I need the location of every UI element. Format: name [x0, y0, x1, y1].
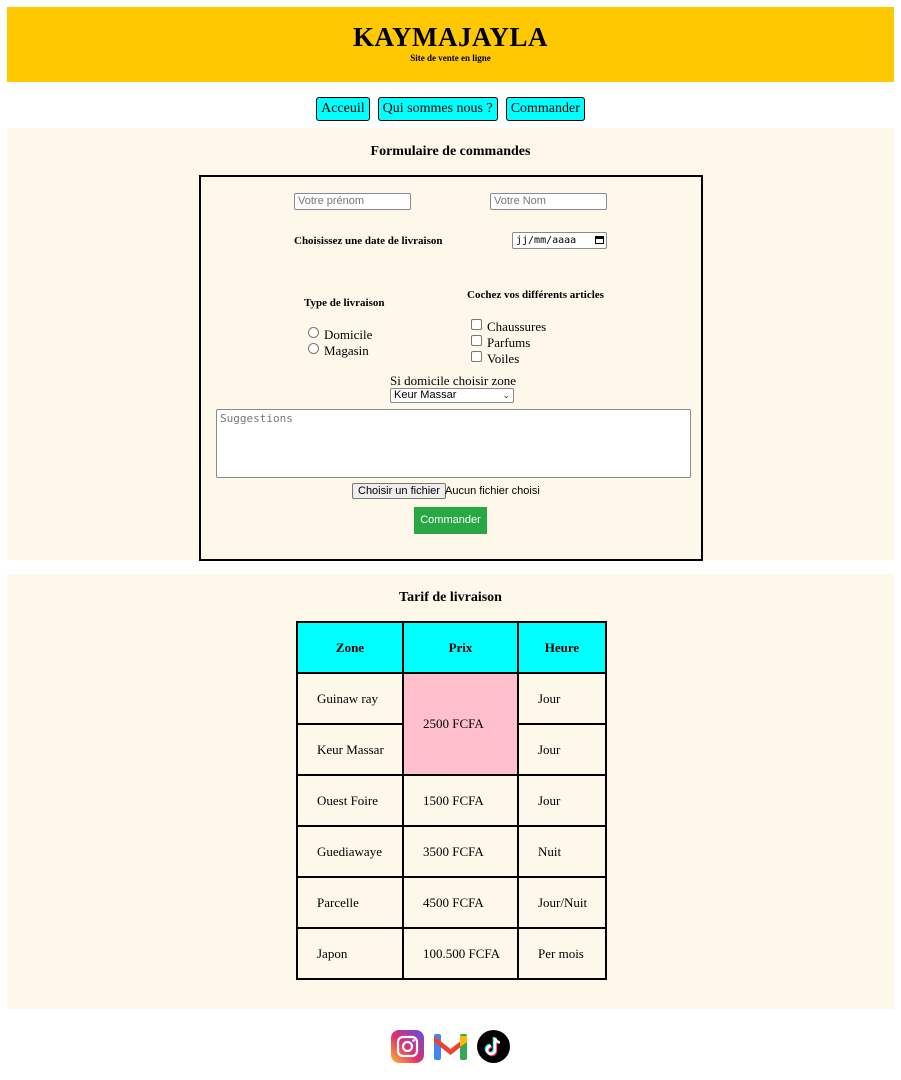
- cell-prix: 4500 FCFA: [402, 876, 519, 929]
- article-parfums[interactable]: Parfums: [471, 335, 530, 351]
- checkbox-icon[interactable]: [471, 319, 482, 330]
- table-row: Japon 100.500 FCFA Per mois: [296, 927, 607, 980]
- gmail-icon[interactable]: [434, 1030, 467, 1063]
- tiktok-icon[interactable]: [477, 1030, 510, 1063]
- cell-prix: 1500 FCFA: [402, 774, 519, 827]
- file-status: Aucun fichier choisi: [445, 485, 540, 497]
- file-choose-button[interactable]: Choisir un fichier: [352, 483, 446, 499]
- site-subtitle: Site de vente en ligne: [410, 53, 491, 63]
- cell-heure: Jour/Nuit: [517, 876, 607, 929]
- site-header: KAYMAJAYLA Site de vente en ligne: [7, 7, 894, 82]
- cell-zone: Guediawaye: [296, 825, 404, 878]
- tarif-section: Tarif de livraison Zone Prix Heure Guina…: [7, 574, 894, 1009]
- article-chaussures[interactable]: Chaussures: [471, 319, 546, 335]
- table-row: Guinaw ray 2500 FCFA Jour: [296, 672, 607, 776]
- cell-zone: Guinaw ray: [296, 672, 404, 725]
- tarif-table: Zone Prix Heure Guinaw ray 2500 FCFA Jou…: [296, 621, 607, 980]
- cell-zone: Japon: [296, 927, 404, 980]
- zone-select[interactable]: Keur Massar ⌄: [390, 388, 514, 403]
- cell-zone: Keur Massar: [296, 723, 404, 776]
- zone-label: Si domicile choisir zone: [390, 373, 517, 388]
- header-zone: Zone: [296, 621, 404, 674]
- delivery-option-magasin[interactable]: Magasin: [308, 343, 369, 359]
- date-input[interactable]: jj/mm/aaaa: [512, 232, 607, 249]
- article-label: Voiles: [487, 351, 520, 366]
- cell-heure: Nuit: [517, 825, 607, 878]
- table-row: Parcelle 4500 FCFA Jour/Nuit: [296, 876, 607, 929]
- radio-icon[interactable]: [308, 327, 319, 338]
- cell-zone: Parcelle: [296, 876, 404, 929]
- header-heure: Heure: [517, 621, 607, 674]
- suggestions-textarea[interactable]: Suggestions: [216, 409, 691, 478]
- articles-label: Cochez vos différents articles: [467, 289, 604, 301]
- cell-heure: Jour: [517, 672, 607, 725]
- order-section: Formulaire de commandes Votre prénom Vot…: [7, 128, 894, 561]
- delivery-option-label: Magasin: [324, 343, 369, 358]
- tarif-title: Tarif de livraison: [399, 590, 502, 605]
- main-nav: Acceuil Qui sommes nous ? Commander: [0, 97, 901, 121]
- order-form: Votre prénom Votre Nom Choisissez une da…: [199, 175, 703, 561]
- instagram-icon[interactable]: [391, 1030, 424, 1063]
- date-label: Choisissez une date de livraison: [294, 235, 443, 247]
- submit-order-button[interactable]: Commander: [414, 507, 487, 534]
- delivery-option-label: Domicile: [324, 327, 373, 342]
- nav-order-button[interactable]: Commander: [505, 97, 585, 121]
- firstname-input[interactable]: Votre prénom: [294, 193, 411, 210]
- footer-social: [0, 1030, 901, 1063]
- site-title: KAYMAJAYLA: [352, 22, 549, 52]
- header-prix: Prix: [402, 621, 519, 674]
- table-header-row: Zone Prix Heure: [296, 621, 607, 674]
- article-label: Parfums: [487, 335, 531, 350]
- radio-icon[interactable]: [308, 343, 319, 354]
- checkbox-icon[interactable]: [471, 351, 482, 362]
- article-voiles[interactable]: Voiles: [471, 351, 519, 367]
- cell-prix: 2500 FCFA: [402, 672, 519, 776]
- date-input-value: jj/mm/aaaa: [516, 235, 577, 246]
- cell-prix: 3500 FCFA: [402, 825, 519, 878]
- delivery-option-domicile[interactable]: Domicile: [308, 327, 372, 343]
- delivery-type-label: Type de livraison: [304, 297, 385, 309]
- cell-prix: 100.500 FCFA: [402, 927, 519, 980]
- table-row: Ouest Foire 1500 FCFA Jour: [296, 774, 607, 827]
- nav-accueil-button[interactable]: Acceuil: [316, 97, 370, 121]
- order-form-title: Formulaire de commandes: [370, 144, 531, 159]
- article-label: Chaussures: [487, 319, 547, 334]
- checkbox-icon[interactable]: [471, 335, 482, 346]
- chevron-down-icon: ⌄: [502, 390, 510, 400]
- cell-heure: Per mois: [517, 927, 607, 980]
- lastname-input[interactable]: Votre Nom: [490, 193, 607, 210]
- table-row: Guediawaye 3500 FCFA Nuit: [296, 825, 607, 878]
- cell-zone: Ouest Foire: [296, 774, 404, 827]
- zone-select-value: Keur Massar: [394, 389, 457, 401]
- nav-about-button[interactable]: Qui sommes nous ?: [377, 97, 498, 121]
- cell-heure: Jour: [517, 723, 607, 776]
- cell-heure: Jour: [517, 774, 607, 827]
- calendar-icon[interactable]: [595, 236, 604, 244]
